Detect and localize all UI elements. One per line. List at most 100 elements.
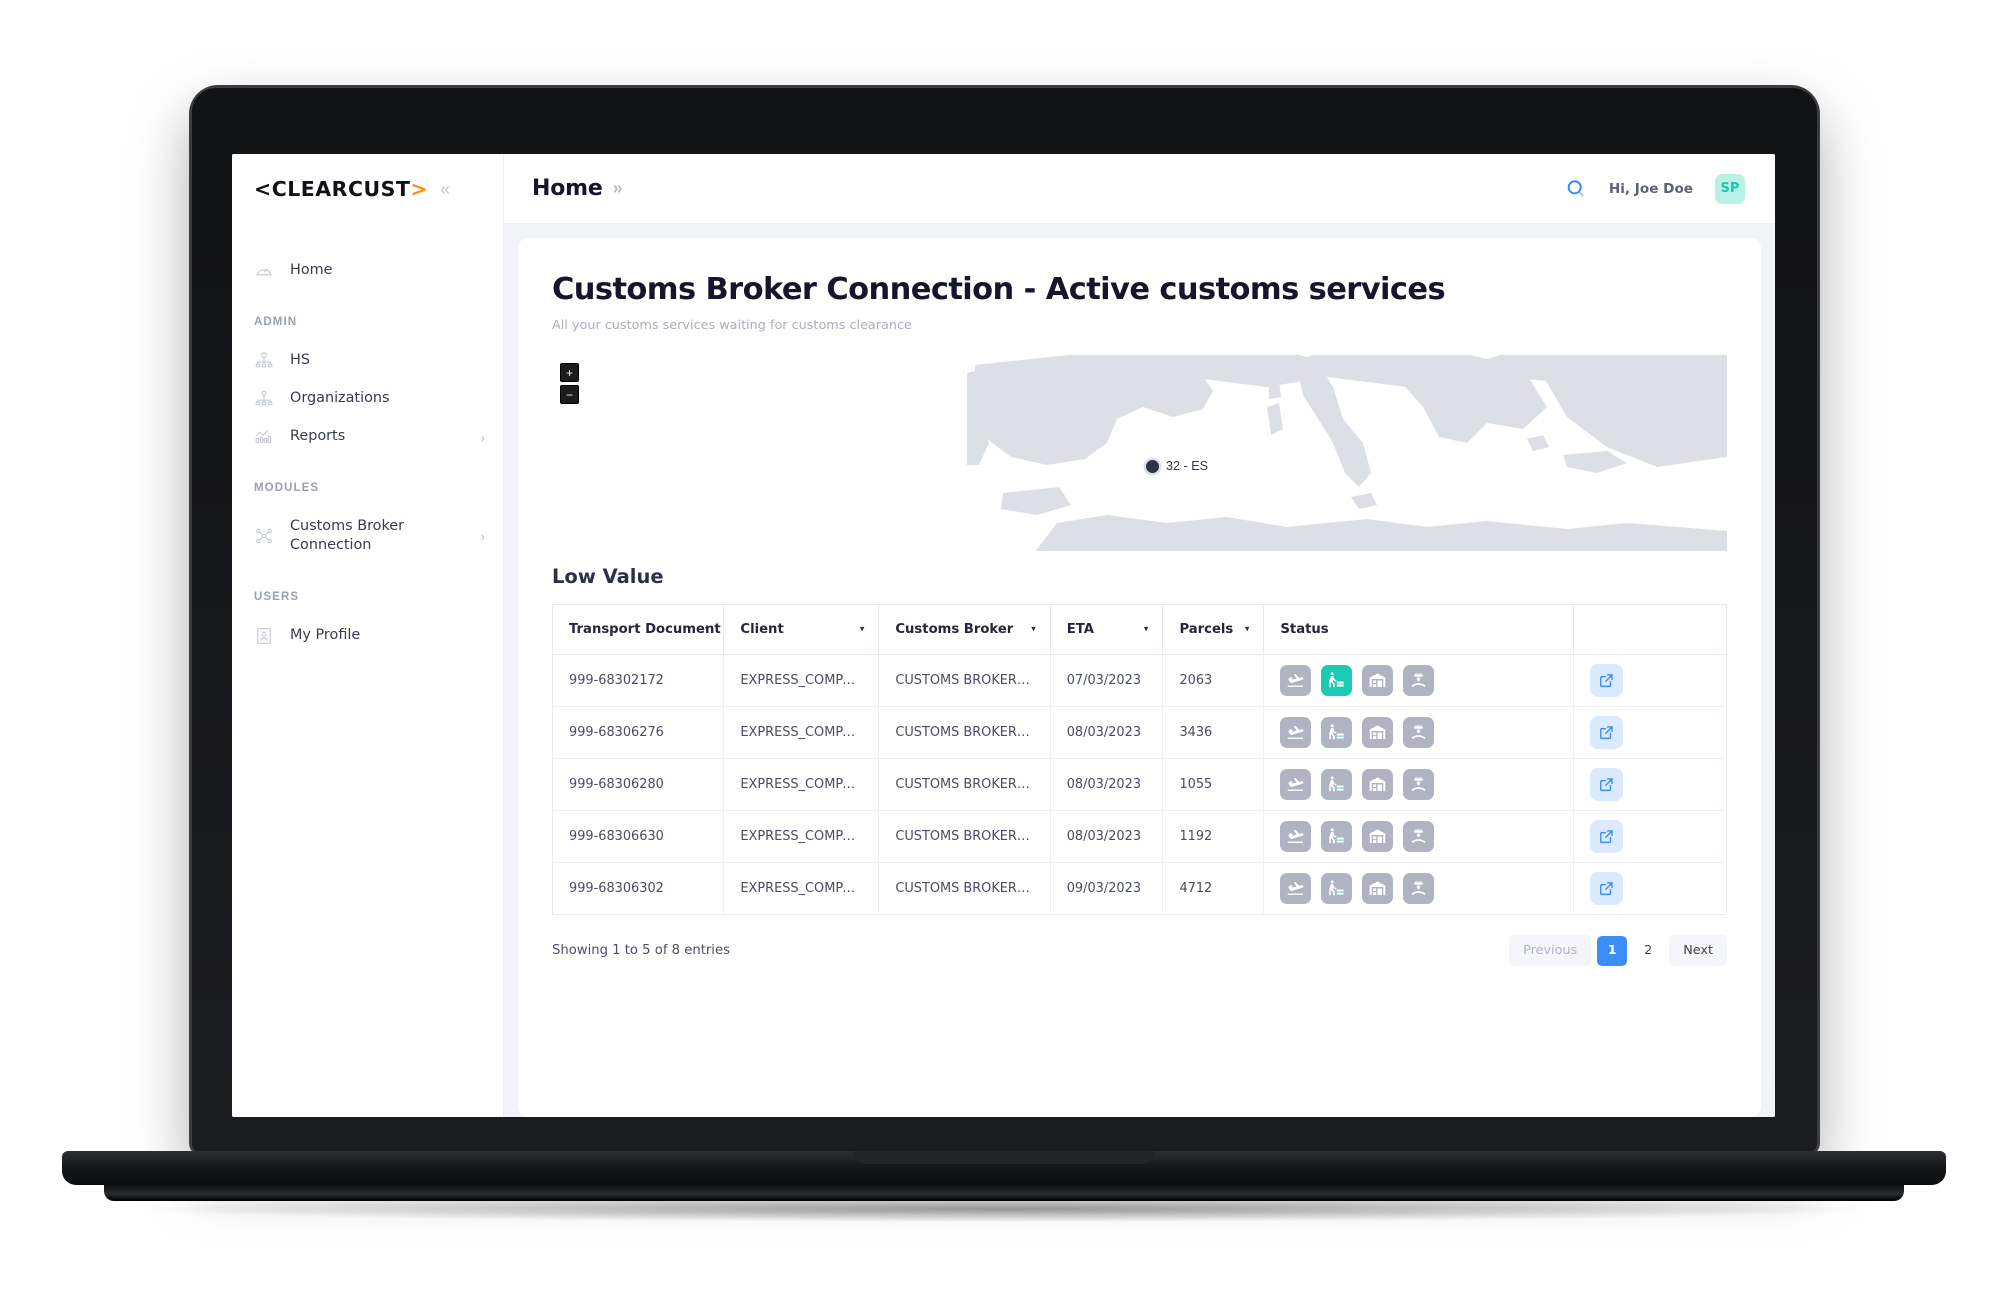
- customs-broker-cell: CUSTOMS BROKER SPAIN: [878, 654, 1051, 708]
- open-detail-button[interactable]: [1590, 872, 1624, 906]
- status-chip-loading-worker[interactable]: [1321, 821, 1353, 853]
- status-chip-warehouse[interactable]: [1362, 873, 1394, 905]
- pagination: Previous 1 2 Next: [1509, 935, 1727, 967]
- map-marker-es[interactable]: 32 - ES: [1146, 459, 1208, 473]
- application-root: <CLEARCUST> « Home ADMIN HS Organization…: [232, 154, 1775, 1117]
- eta-cell: 08/03/2023: [1050, 758, 1164, 812]
- sort-caret-icon[interactable]: ▾: [1144, 625, 1149, 634]
- status-chip-loading-worker[interactable]: [1321, 665, 1353, 697]
- topbar-actions: Hi, Joe Doe SP: [1565, 173, 1745, 204]
- column-label: ETA: [1066, 622, 1094, 638]
- laptop-base: [62, 1151, 1946, 1185]
- plane-landing-icon: [1286, 723, 1305, 742]
- parcels-cell: 2063: [1162, 654, 1265, 708]
- open-detail-button[interactable]: [1590, 820, 1624, 854]
- status-chip-customs-officer[interactable]: [1403, 821, 1435, 853]
- status-chip-loading-worker[interactable]: [1321, 717, 1353, 749]
- pagination-page-1[interactable]: 1: [1597, 935, 1628, 966]
- user-card-icon: [254, 626, 274, 646]
- brand-logo[interactable]: <CLEARCUST> «: [232, 154, 503, 224]
- logo-prefix: <: [254, 177, 272, 201]
- warehouse-icon: [1368, 775, 1387, 794]
- column-header-parcels[interactable]: Parcels ▾: [1162, 604, 1265, 656]
- page-card: Customs Broker Connection - Active custo…: [518, 238, 1761, 1117]
- sidebar-item-label: Organizations: [290, 390, 390, 407]
- map-marker-label: 32 - ES: [1166, 459, 1208, 474]
- sidebar-item-label: Home: [290, 262, 333, 279]
- search-icon[interactable]: [1565, 178, 1587, 200]
- map-zoom-in-button[interactable]: +: [560, 363, 579, 383]
- parcels-cell: 1192: [1162, 810, 1265, 864]
- status-cell: [1263, 862, 1575, 915]
- sort-caret-icon[interactable]: ▾: [1031, 625, 1036, 634]
- column-label: Customs Broker: [895, 622, 1014, 638]
- status-chip-loading-worker[interactable]: [1321, 769, 1353, 801]
- open-detail-button[interactable]: [1590, 664, 1624, 698]
- open-detail-button[interactable]: [1590, 768, 1624, 802]
- customs-broker-cell: CUSTOMS BROKER SPAIN: [878, 862, 1051, 915]
- map-widget[interactable]: + − 32 - ES: [552, 355, 1727, 552]
- status-icon-group: [1280, 665, 1557, 697]
- warehouse-icon: [1368, 827, 1387, 846]
- sidebar-collapse-icon[interactable]: «: [440, 180, 450, 198]
- sidebar-item-my-profile[interactable]: My Profile: [232, 617, 503, 655]
- column-header-eta[interactable]: ETA ▾: [1050, 604, 1164, 656]
- transport-document-cell: 999-68302172: [552, 654, 725, 708]
- status-chip-customs-officer[interactable]: [1403, 717, 1435, 749]
- table-row: 999-68306302 EXPRESS_COMPANY CUSTOMS BROKE…: [552, 862, 1727, 915]
- status-chip-plane-landing[interactable]: [1280, 769, 1312, 801]
- table-row: 999-68306276 EXPRESS_COMPANY CUSTOMS BROKE…: [552, 706, 1727, 760]
- status-chip-plane-landing[interactable]: [1280, 821, 1312, 853]
- external-link-icon: [1598, 880, 1615, 897]
- warehouse-icon: [1368, 879, 1387, 898]
- pagination-next-button[interactable]: Next: [1669, 935, 1727, 967]
- pagination-previous-button[interactable]: Previous: [1509, 935, 1592, 967]
- status-chip-warehouse[interactable]: [1362, 665, 1394, 697]
- status-chip-customs-officer[interactable]: [1403, 665, 1435, 697]
- status-chip-plane-landing[interactable]: [1280, 665, 1312, 697]
- sidebar-item-hs[interactable]: HS: [232, 342, 503, 380]
- client-cell: EXPRESS_COMPANY: [723, 810, 880, 864]
- sidebar: <CLEARCUST> « Home ADMIN HS Organization…: [232, 154, 504, 1117]
- logo-suffix: >: [410, 177, 429, 201]
- status-chip-customs-officer[interactable]: [1403, 873, 1435, 905]
- sort-caret-icon[interactable]: ▾: [860, 625, 865, 634]
- status-chip-plane-landing[interactable]: [1280, 873, 1312, 905]
- sort-caret-icon[interactable]: ▾: [1245, 625, 1250, 634]
- external-link-icon: [1598, 724, 1615, 741]
- main-area: Home » Hi, Joe Doe SP Customs Broker Con…: [504, 154, 1775, 1117]
- sidebar-section-modules: MODULES: [254, 482, 320, 494]
- sidebar-item-reports[interactable]: Reports ›: [232, 418, 503, 456]
- sort-caret-icon[interactable]: ▾: [705, 625, 710, 634]
- services-table: Transport Document ▾ Client ▾ Customs Br…: [552, 604, 1727, 916]
- column-header-transport-document[interactable]: Transport Document ▾: [552, 604, 725, 656]
- map-zoom-out-button[interactable]: −: [560, 385, 579, 405]
- column-header-client[interactable]: Client ▾: [723, 604, 880, 656]
- avatar[interactable]: SP: [1715, 173, 1745, 204]
- sidebar-item-organizations[interactable]: Organizations: [232, 380, 503, 418]
- pagination-page-2[interactable]: 2: [1633, 936, 1663, 966]
- sidebar-item-home[interactable]: Home: [232, 252, 503, 290]
- status-chip-customs-officer[interactable]: [1403, 769, 1435, 801]
- status-chip-loading-worker[interactable]: [1321, 873, 1353, 905]
- status-chip-plane-landing[interactable]: [1280, 717, 1312, 749]
- eta-cell: 08/03/2023: [1050, 706, 1164, 760]
- content-scroll: Customs Broker Connection - Active custo…: [504, 224, 1775, 1117]
- speedometer-icon: [254, 261, 274, 281]
- status-icon-group: [1280, 717, 1557, 749]
- status-chip-warehouse[interactable]: [1362, 769, 1394, 801]
- table-body: 999-68302172 EXPRESS_COMPANY CUSTOMS BROKE…: [552, 654, 1727, 915]
- breadcrumb[interactable]: Home »: [532, 176, 623, 201]
- eta-cell: 09/03/2023: [1050, 862, 1164, 915]
- sidebar-item-customs-broker-connection[interactable]: Customs Broker Connection ›: [232, 508, 503, 565]
- column-header-customs-broker[interactable]: Customs Broker ▾: [878, 604, 1051, 656]
- status-chip-warehouse[interactable]: [1362, 821, 1394, 853]
- loading-worker-icon: [1327, 723, 1346, 742]
- sidebar-section-users: USERS: [254, 590, 300, 603]
- status-chip-warehouse[interactable]: [1362, 717, 1394, 749]
- map-marker-dot-icon: [1146, 459, 1159, 473]
- table-header-row: Transport Document ▾ Client ▾ Customs Br…: [552, 604, 1727, 656]
- eta-cell: 08/03/2023: [1050, 810, 1164, 864]
- column-label: Status: [1280, 622, 1329, 638]
- open-detail-button[interactable]: [1590, 716, 1624, 750]
